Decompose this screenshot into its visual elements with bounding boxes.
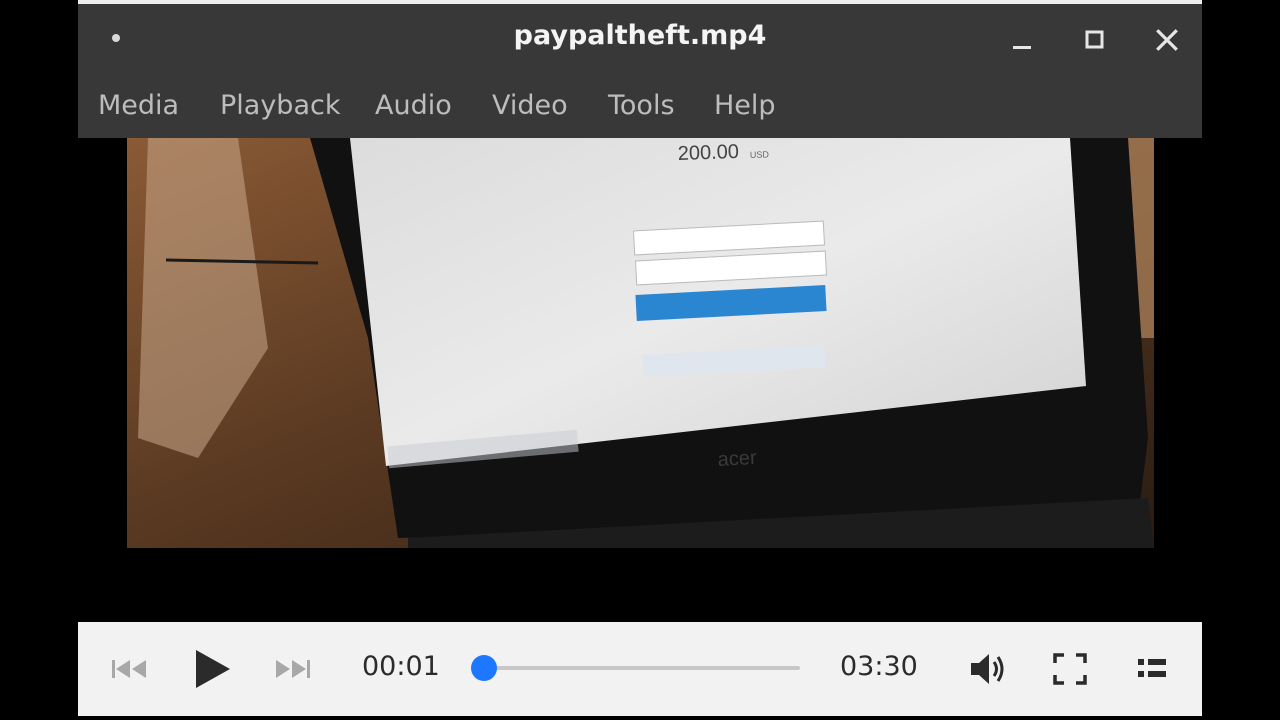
next-button[interactable] bbox=[272, 652, 312, 686]
previous-button[interactable] bbox=[110, 652, 150, 686]
media-player-window: paypaltheft.mp4 Media Playback Audio Vid… bbox=[78, 0, 1202, 718]
play-icon bbox=[196, 650, 230, 688]
maximize-button[interactable] bbox=[1073, 18, 1117, 62]
volume-button[interactable] bbox=[968, 650, 1008, 688]
minimize-button[interactable] bbox=[1000, 18, 1044, 62]
seek-bar[interactable] bbox=[470, 655, 800, 681]
menu-help[interactable]: Help bbox=[714, 90, 776, 121]
playlist-button[interactable] bbox=[1132, 652, 1172, 686]
play-button[interactable] bbox=[190, 646, 234, 692]
fullscreen-icon bbox=[1053, 653, 1087, 685]
player-controls: 00:01 03:30 bbox=[78, 622, 1202, 716]
seek-handle[interactable] bbox=[470, 655, 497, 681]
menu-tools[interactable]: Tools bbox=[608, 90, 675, 121]
fullscreen-button[interactable] bbox=[1050, 650, 1090, 688]
video-amount-text: 200.00 bbox=[677, 141, 739, 165]
video-brand-text: acer bbox=[717, 447, 757, 471]
menu-bar: Media Playback Audio Video Tools Help bbox=[78, 76, 1202, 138]
maximize-icon bbox=[1085, 30, 1104, 49]
minimize-icon bbox=[1013, 46, 1031, 49]
video-area[interactable]: 200.00 USD acer bbox=[78, 138, 1202, 622]
close-button[interactable] bbox=[1145, 18, 1189, 62]
total-time: 03:30 bbox=[840, 651, 918, 682]
menu-video[interactable]: Video bbox=[492, 90, 568, 121]
menu-audio[interactable]: Audio bbox=[375, 90, 452, 121]
menu-playback[interactable]: Playback bbox=[220, 90, 340, 121]
title-bar[interactable]: paypaltheft.mp4 bbox=[78, 0, 1202, 76]
video-currency-text: USD bbox=[750, 149, 770, 160]
menu-media[interactable]: Media bbox=[98, 90, 179, 121]
next-icon bbox=[276, 660, 310, 678]
previous-icon bbox=[112, 660, 146, 678]
volume-icon bbox=[971, 654, 1004, 684]
video-frame: 200.00 USD acer bbox=[127, 138, 1154, 548]
playlist-icon bbox=[1138, 659, 1166, 677]
close-icon bbox=[1156, 29, 1178, 51]
current-time: 00:01 bbox=[362, 651, 440, 682]
